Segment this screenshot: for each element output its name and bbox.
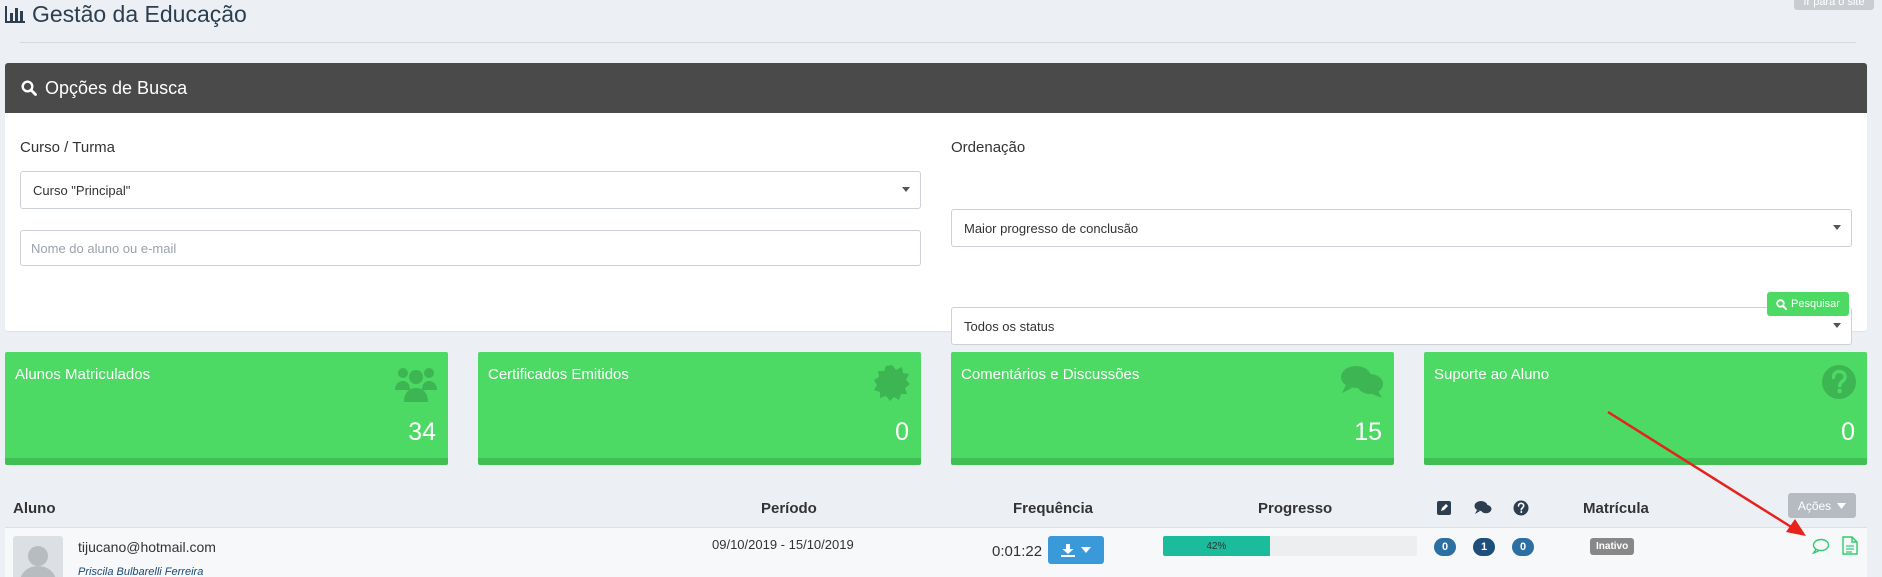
annotation-arrow <box>1607 410 1806 536</box>
